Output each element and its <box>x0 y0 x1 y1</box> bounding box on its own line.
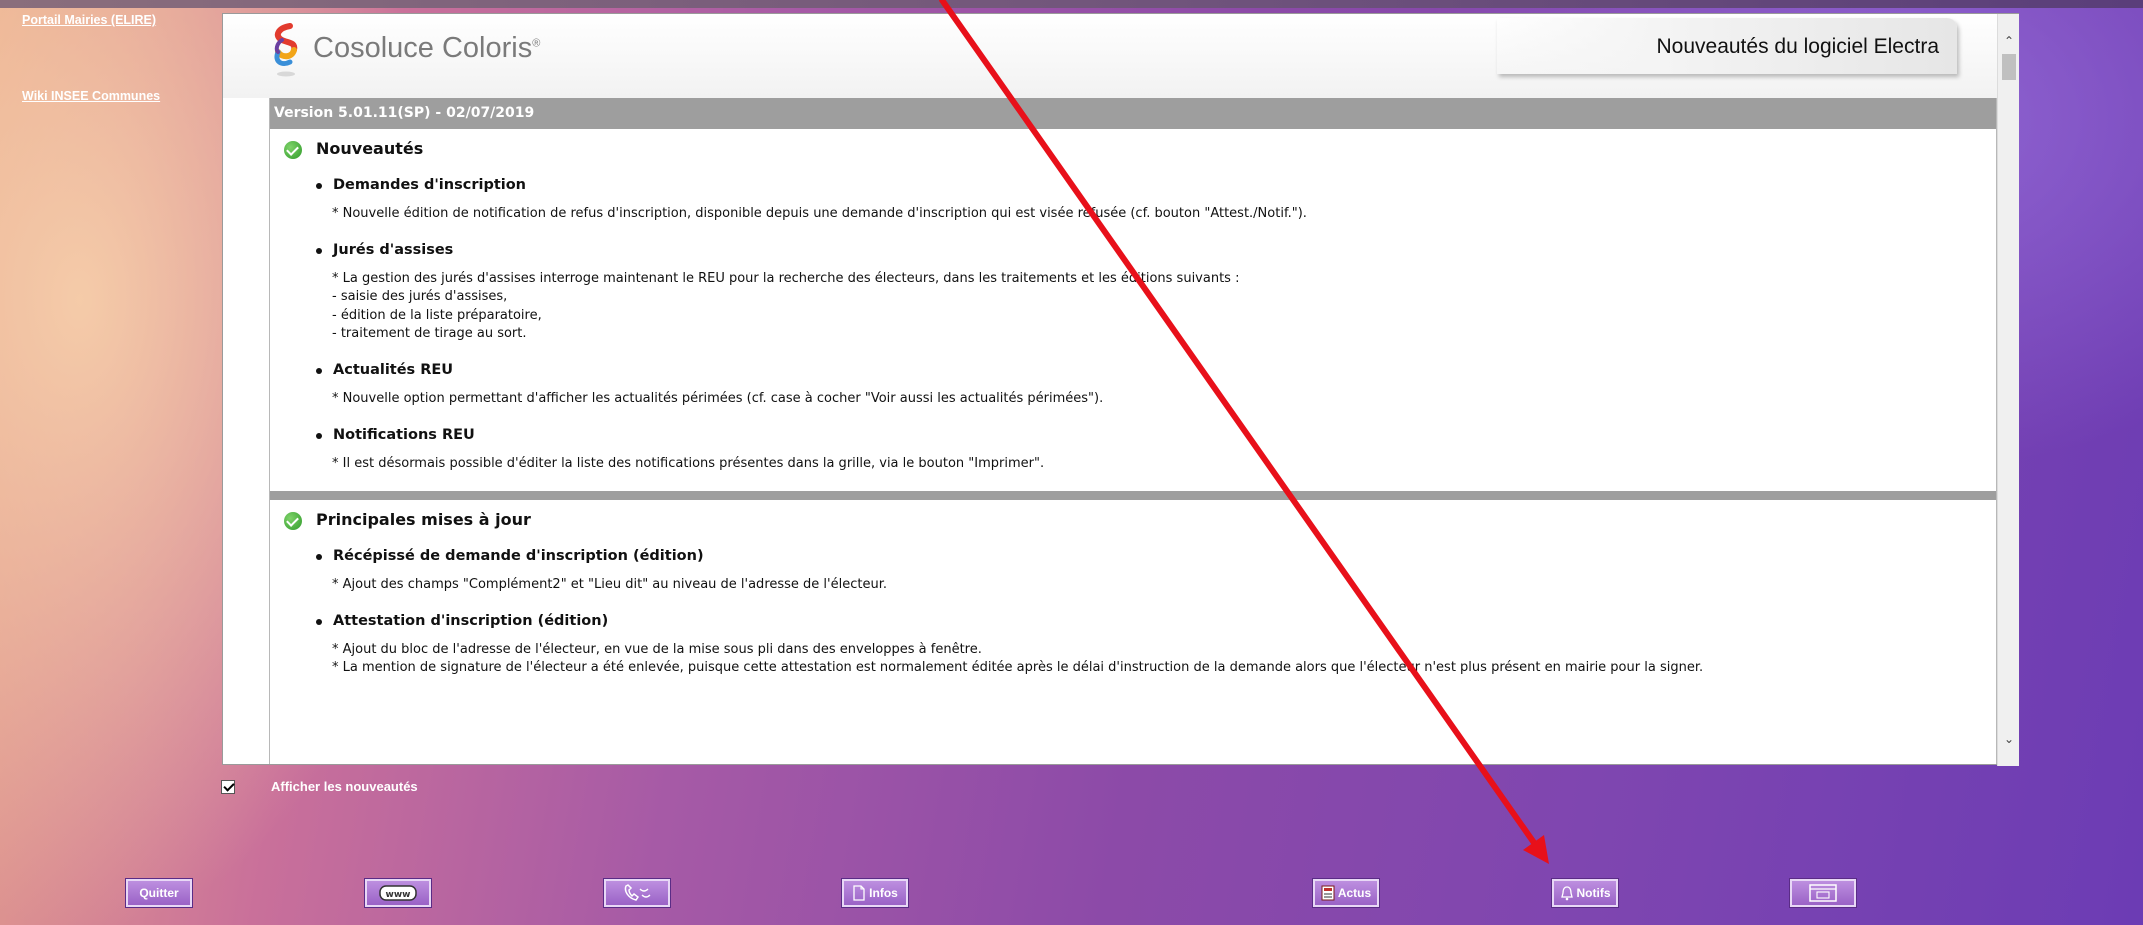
notifs-button[interactable]: Notifs <box>1551 878 1619 908</box>
wiki-insee-link[interactable]: Wiki INSEE Communes <box>22 89 160 103</box>
vertical-scrollbar[interactable]: ⌃ ⌄ <box>1997 14 2019 766</box>
check-icon <box>284 141 302 159</box>
screen-button[interactable] <box>1789 878 1857 908</box>
item-text: * Ajout du bloc de l'adresse de l'électe… <box>332 641 1704 676</box>
brand-name: Cosoluce Coloris® <box>313 32 541 64</box>
show-news-checkbox[interactable] <box>221 780 235 794</box>
check-icon <box>284 512 302 531</box>
top-edge <box>0 0 2143 8</box>
document-icon <box>853 885 865 901</box>
item-title: Actualités REU <box>270 354 1996 388</box>
page-title: Nouveautés du logiciel Electra <box>1656 35 1940 58</box>
panel-header: Cosoluce Coloris® Nouveautés du logiciel… <box>223 14 1997 98</box>
scroll-up-icon[interactable]: ⌃ <box>1998 30 2020 52</box>
svg-text:www: www <box>386 890 411 900</box>
www-icon: www <box>379 885 417 901</box>
show-news-label: Afficher les nouveautés <box>271 779 418 794</box>
scroll-thumb[interactable] <box>2002 54 2016 80</box>
monitor-icon <box>1809 884 1837 902</box>
header-tab: Nouveautés du logiciel Electra <box>1497 18 1957 74</box>
phone-icon <box>624 884 651 901</box>
news-panel: Cosoluce Coloris® Nouveautés du logiciel… <box>222 13 2019 766</box>
scroll-down-icon[interactable]: ⌄ <box>1998 728 2020 750</box>
news-icon <box>1321 885 1335 901</box>
section-title: Principales mises à jour <box>270 500 1996 540</box>
section-title: Nouveautés <box>270 129 1996 169</box>
news-content: Version 5.01.11(SP) - 02/07/2019 Nouveau… <box>269 98 1997 764</box>
item-title: Demandes d'inscription <box>270 169 1996 203</box>
infos-button[interactable]: Infos <box>841 878 909 908</box>
item-title: Attestation d'inscription (édition) <box>270 605 1996 639</box>
item-text: * La gestion des jurés d'assises interro… <box>332 270 1240 342</box>
bell-icon <box>1560 886 1573 901</box>
coloris-logo-icon <box>274 23 298 77</box>
item-text: * Ajout des champs "Complément2" et "Lie… <box>332 577 887 593</box>
item-text: * Nouvelle édition de notification de re… <box>332 206 1307 221</box>
item-text: * Il est désormais possible d'éditer la … <box>332 455 1045 471</box>
item-title: Jurés d'assises <box>270 234 1996 268</box>
quitter-button[interactable]: Quitter <box>125 878 193 908</box>
www-button[interactable]: www <box>364 878 432 908</box>
item-title: Récépissé de demande d'inscription (édit… <box>270 540 1996 574</box>
section-divider <box>270 491 1996 501</box>
version-bar: Version 5.01.11(SP) - 02/07/2019 <box>270 98 1996 129</box>
item-title: Notifications REU <box>270 419 1996 453</box>
portail-mairies-link[interactable]: Portail Mairies (ELIRE) <box>22 13 156 27</box>
item-text: * Nouvelle option permettant d'afficher … <box>332 390 1104 406</box>
actus-button[interactable]: Actus <box>1312 878 1380 908</box>
phone-button[interactable] <box>603 878 671 908</box>
